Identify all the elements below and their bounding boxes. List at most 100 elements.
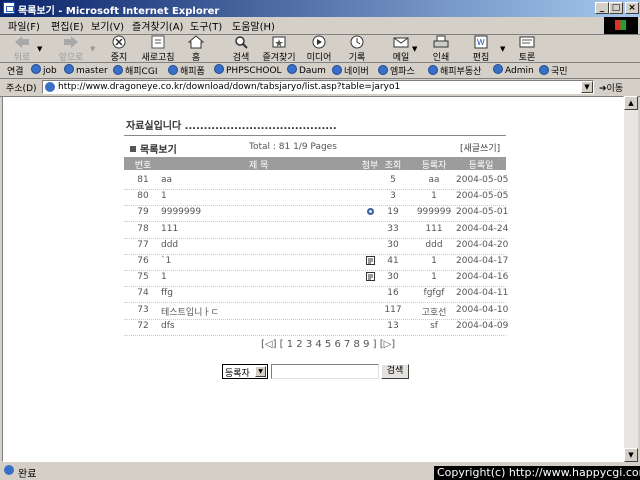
write-new-link[interactable]: [새글쓰기] — [460, 141, 500, 154]
home-icon — [187, 35, 205, 49]
link-happy-realestate[interactable]: 해피부동산 — [428, 64, 481, 77]
document-attachment-icon[interactable] — [361, 272, 379, 284]
post-subject-link[interactable]: 1 — [161, 191, 167, 201]
post-author: 1 — [431, 272, 437, 283]
post-hits: 3 — [390, 191, 396, 202]
discuss-icon — [519, 36, 535, 48]
menu-favorites[interactable]: 즐겨찾기(A) — [132, 18, 183, 33]
link-admin[interactable]: Admin — [493, 64, 534, 76]
print-button[interactable]: 인쇄 — [430, 35, 452, 63]
refresh-button[interactable]: 새로고침 — [139, 35, 177, 63]
link-phpschool[interactable]: PHPSCHOOL — [214, 64, 282, 76]
square-bullet-icon — [130, 146, 136, 152]
post-number: 75 — [137, 272, 149, 283]
menu-file[interactable]: 파일(F) — [8, 18, 40, 33]
table-row: 78 111 33 111 2004-04-24 — [124, 222, 508, 239]
mail-button[interactable]: 메일 — [390, 35, 412, 63]
vertical-scrollbar[interactable]: ▲ ▼ — [624, 96, 638, 462]
search-field-select[interactable]: 등록자 ▼ — [222, 364, 268, 379]
home-button[interactable]: 홈 — [185, 35, 207, 63]
forward-dropdown[interactable]: ▼ — [90, 45, 95, 53]
discuss-button[interactable]: 토론 — [516, 35, 538, 63]
post-subject-link[interactable]: aa — [161, 175, 172, 185]
forward-button[interactable]: 앞으로 — [56, 35, 86, 63]
post-number: 79 — [137, 207, 149, 218]
mail-dropdown[interactable]: ▼ — [412, 45, 417, 53]
link-happycgi[interactable]: 해피CGI — [113, 64, 157, 77]
favorites-button[interactable]: 즐겨찾기 — [261, 35, 297, 63]
address-dropdown-icon[interactable]: ▼ — [581, 81, 593, 93]
menu-view[interactable]: 보기(V) — [91, 18, 124, 33]
menu-bar: 파일(F) 편집(E) 보기(V) 즐겨찾기(A) 도구(T) 도움말(H) — [0, 17, 640, 35]
post-number: 76 — [137, 256, 149, 266]
post-subject-link[interactable]: 1 — [161, 272, 167, 282]
post-subject-link[interactable]: 9999999 — [161, 207, 201, 217]
post-subject-link[interactable]: ffg — [161, 288, 173, 298]
post-subject-link[interactable]: 111 — [161, 224, 178, 234]
toolbar: 뒤로 ▼ 앞으로 ▼ 중지 새로고침 홈 검색 즐겨찾기 미디어 기록 메일 ▼… — [0, 35, 640, 63]
back-button[interactable]: 뒤로 — [10, 35, 34, 63]
post-number: 80 — [137, 191, 149, 202]
page-content: 자료실입니다 .................................… — [2, 96, 624, 462]
ie-window-icon[interactable] — [3, 2, 15, 14]
document-attachment-icon[interactable] — [361, 256, 379, 268]
link-daum[interactable]: Daum — [287, 64, 326, 76]
link-empas[interactable]: 엠파스 — [378, 64, 415, 77]
minimize-button[interactable]: _ — [595, 2, 609, 14]
total-count: Total : 81 1/9 Pages — [249, 142, 337, 152]
post-subject-link[interactable]: `1 — [161, 256, 171, 266]
refresh-icon — [151, 35, 165, 49]
post-author: aa — [428, 175, 440, 185]
search-button[interactable]: 검색 — [229, 35, 253, 63]
home-label: 홈 — [191, 53, 201, 63]
search-input[interactable] — [271, 364, 379, 379]
stop-button[interactable]: 중지 — [106, 35, 132, 63]
back-dropdown[interactable]: ▼ — [37, 45, 42, 53]
address-url: http://www.dragoneye.co.kr/download/down… — [58, 82, 401, 92]
post-number: 77 — [137, 239, 149, 250]
scroll-down-icon[interactable]: ▼ — [624, 448, 638, 462]
table-row: 80 1 3 1 2004-05-05 — [124, 189, 508, 207]
page-heading: 자료실입니다 .................................… — [126, 121, 337, 132]
edit-button[interactable]: W 편집 — [470, 35, 492, 63]
link-naver[interactable]: 네이버 — [332, 64, 369, 77]
close-button[interactable]: × — [625, 2, 639, 14]
menu-edit[interactable]: 편집(E) — [51, 18, 84, 33]
maximize-button[interactable]: □ — [609, 2, 623, 14]
link-happyform[interactable]: 해피폼 — [168, 64, 205, 77]
edit-dropdown[interactable]: ▼ — [500, 45, 505, 53]
media-button[interactable]: 미디어 — [305, 35, 333, 63]
history-button[interactable]: 기록 — [346, 35, 368, 63]
menu-help[interactable]: 도움말(H) — [232, 18, 275, 33]
ie-page-icon — [332, 65, 342, 75]
post-subject-link[interactable]: dfs — [161, 321, 175, 331]
table-row: 79 9999999 19 999999 2004-05-01 — [124, 205, 508, 223]
address-input[interactable]: http://www.dragoneye.co.kr/download/down… — [42, 80, 594, 94]
post-number: 74 — [137, 288, 149, 299]
ie-page-icon — [168, 65, 178, 75]
address-label: 주소(D) — [6, 84, 37, 94]
post-subject-link[interactable]: 테스트입니ㅏㄷ — [161, 305, 219, 318]
go-button[interactable]: ➔이동 — [599, 81, 623, 94]
svg-text:W: W — [477, 38, 485, 47]
link-kookmin[interactable]: 국민 — [539, 64, 568, 77]
post-hits: 33 — [387, 223, 399, 234]
image-attachment-icon[interactable] — [361, 207, 379, 219]
search-submit-button[interactable]: 검색 — [381, 364, 409, 379]
col-date: 등록일 — [468, 161, 494, 171]
back-label: 뒤로 — [13, 53, 31, 63]
post-hits: 41 — [387, 256, 399, 266]
favorites-icon — [272, 36, 286, 48]
table-row: 74 ffg 16 fgfgf 2004-04-11 — [124, 286, 508, 304]
status-text: 완료 — [18, 469, 37, 480]
table-header: 번호 제 목 첨부 조회 등록자 등록일 — [124, 157, 506, 171]
menu-tools[interactable]: 도구(T) — [190, 18, 222, 33]
col-subject: 제 목 — [249, 161, 269, 171]
link-master[interactable]: master — [64, 64, 108, 76]
pagination[interactable]: [◁] [ 1 2 3 4 5 6 7 8 9 ] [▷] — [261, 339, 395, 350]
post-subject-link[interactable]: ddd — [161, 240, 178, 250]
link-job[interactable]: job — [31, 64, 57, 76]
post-hits: 117 — [384, 304, 402, 315]
scroll-up-icon[interactable]: ▲ — [624, 96, 638, 110]
ie-page-icon — [31, 64, 41, 74]
